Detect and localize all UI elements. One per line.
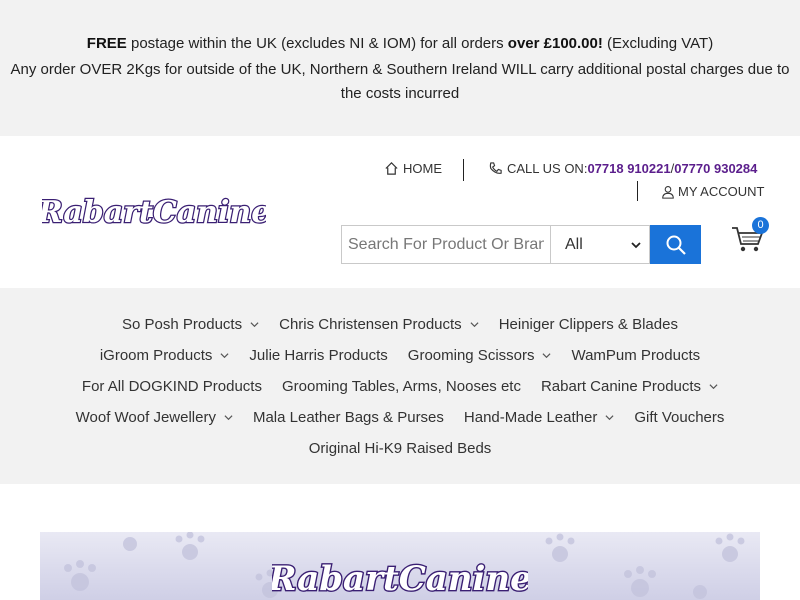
- user-icon: [662, 185, 674, 199]
- nav-label: For All DOGKIND Products: [81, 378, 262, 395]
- home-link[interactable]: HOME: [384, 161, 442, 176]
- nav-item-woof-woof[interactable]: Woof Woof Jewellery: [76, 409, 233, 426]
- chevron-down-icon: [250, 322, 259, 328]
- nav-label: iGroom Products: [99, 347, 213, 364]
- account-label: MY ACCOUNT: [678, 184, 765, 199]
- nav-item-dogkind[interactable]: For All DOGKIND Products: [82, 378, 262, 395]
- nav-item-heiniger[interactable]: Heiniger Clippers & Blades: [499, 316, 678, 333]
- nav-item-grooming-tables[interactable]: Grooming Tables, Arms, Nooses etc: [282, 378, 521, 395]
- nav-item-chris-christensen[interactable]: Chris Christensen Products: [279, 316, 479, 333]
- nav-label: Original Hi-K9 Raised Beds: [308, 440, 492, 457]
- free-label: FREE: [86, 35, 127, 52]
- announcement-line-2: Any order OVER 2Kgs for outside of the U…: [10, 61, 790, 102]
- phone-number-2[interactable]: 07770 930284: [674, 161, 757, 176]
- nav-label: Rabart Canine Products: [540, 378, 702, 395]
- category-selected: All: [565, 235, 583, 253]
- nav-row: So Posh Products Chris Christensen Produ…: [0, 316, 800, 333]
- chevron-down-icon: [605, 415, 614, 421]
- rabart-canine-logo[interactable]: RabartCanine: [42, 190, 266, 234]
- chevron-down-icon: [220, 353, 229, 359]
- call-prefix: CALL US ON:: [507, 161, 588, 176]
- nav-row: For All DOGKIND Products Grooming Tables…: [0, 378, 800, 395]
- announcement-text: postage within the UK (excludes NI & IOM…: [126, 35, 508, 52]
- divider: [463, 159, 464, 181]
- search-bar: All: [341, 225, 701, 264]
- nav-item-wampum[interactable]: WamPum Products: [571, 347, 700, 364]
- nav-item-julie-harris[interactable]: Julie Harris Products: [249, 347, 387, 364]
- call-us: CALL US ON: 07718 910221 / 07770 930284: [488, 161, 757, 176]
- my-account-link[interactable]: MY ACCOUNT: [661, 184, 764, 199]
- phone-number-1[interactable]: 07718 910221: [587, 161, 670, 176]
- search-icon: [666, 235, 686, 255]
- nav-label: Woof Woof Jewellery: [75, 409, 216, 426]
- phone-icon: [489, 162, 502, 174]
- home-icon: [385, 162, 398, 175]
- chevron-down-icon: [470, 322, 479, 328]
- nav-item-igroom[interactable]: iGroom Products: [100, 347, 230, 364]
- home-label: HOME: [403, 161, 442, 176]
- announcement-line-1: FREE postage within the UK (excludes NI …: [0, 34, 800, 54]
- nav-label: Hand-Made Leather: [463, 409, 598, 426]
- banner-logo: RabartCanine: [272, 558, 528, 600]
- svg-text:RabartCanine: RabartCanine: [272, 559, 528, 599]
- divider: [637, 181, 638, 201]
- chevron-down-icon: [542, 353, 551, 359]
- nav-label: So Posh Products: [122, 316, 243, 333]
- nav-label: Gift Vouchers: [634, 409, 725, 426]
- nav-item-gift-vouchers[interactable]: Gift Vouchers: [634, 409, 724, 426]
- nav-label: Grooming Scissors: [407, 347, 535, 364]
- main-navigation: So Posh Products Chris Christensen Produ…: [0, 288, 800, 484]
- cart-count-badge: 0: [752, 217, 769, 234]
- nav-label: Grooming Tables, Arms, Nooses etc: [281, 378, 521, 395]
- search-input[interactable]: [341, 225, 550, 264]
- category-select[interactable]: All: [550, 225, 650, 264]
- nav-item-hand-made-leather[interactable]: Hand-Made Leather: [464, 409, 614, 426]
- nav-label: WamPum Products: [571, 347, 701, 364]
- nav-row: Original Hi-K9 Raised Beds: [0, 440, 800, 457]
- nav-label: Heiniger Clippers & Blades: [498, 316, 678, 333]
- chevron-down-icon: [709, 384, 718, 390]
- nav-item-hi-k9-beds[interactable]: Original Hi-K9 Raised Beds: [309, 440, 492, 457]
- nav-item-rabart-canine[interactable]: Rabart Canine Products: [541, 378, 718, 395]
- nav-row: iGroom Products Julie Harris Products Gr…: [0, 347, 800, 364]
- nav-item-so-posh[interactable]: So Posh Products: [122, 316, 259, 333]
- search-button[interactable]: [650, 225, 701, 264]
- nav-label: Chris Christensen Products: [279, 316, 462, 333]
- nav-label: Mala Leather Bags & Purses: [252, 409, 444, 426]
- chevron-down-icon: [631, 241, 641, 248]
- nav-item-mala-leather[interactable]: Mala Leather Bags & Purses: [253, 409, 444, 426]
- nav-label: Julie Harris Products: [249, 347, 388, 364]
- hero-banner: RabartCanine: [40, 532, 760, 600]
- nav-item-grooming-scissors[interactable]: Grooming Scissors: [408, 347, 552, 364]
- vat-note: (Excluding VAT): [602, 35, 714, 52]
- site-header: RabartCanine HOME CALL US ON: 07718 9102…: [0, 136, 800, 288]
- nav-row: Woof Woof Jewellery Mala Leather Bags & …: [0, 409, 800, 426]
- threshold-label: over £100.00!: [507, 35, 603, 52]
- announcement-bar: FREE postage within the UK (excludes NI …: [0, 0, 800, 136]
- chevron-down-icon: [224, 415, 233, 421]
- svg-text:RabartCanine: RabartCanine: [42, 195, 266, 230]
